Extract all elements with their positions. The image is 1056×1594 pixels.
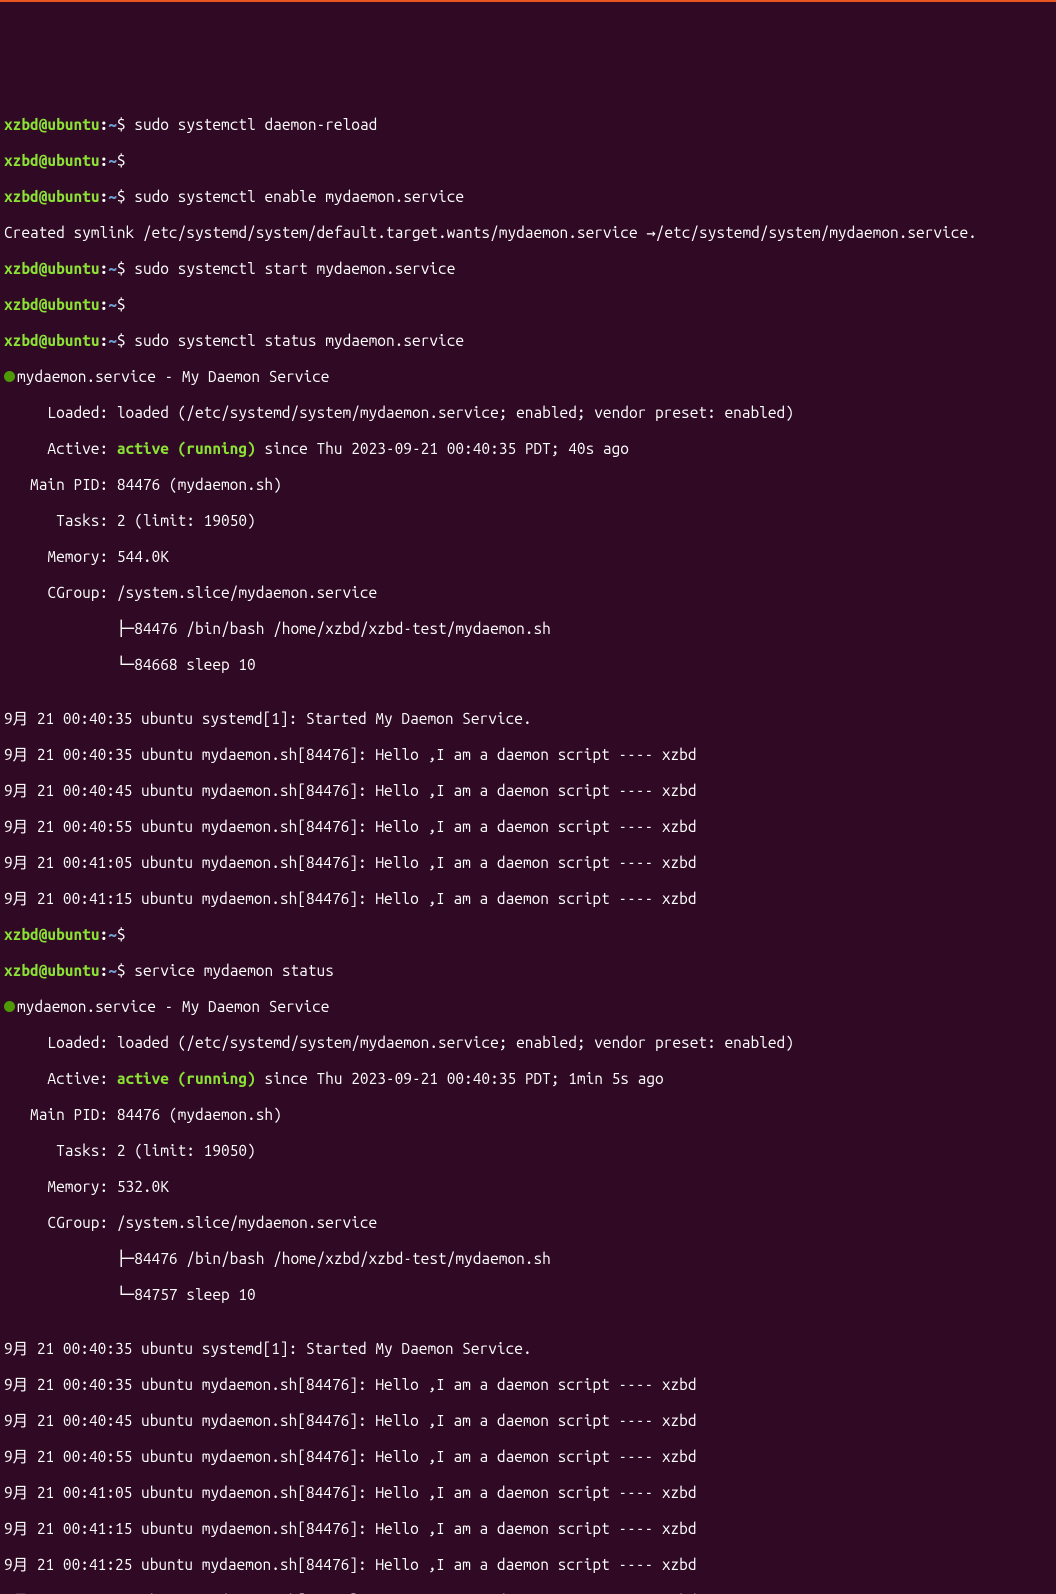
loaded-line: Loaded: loaded (/etc/systemd/system/myda…	[4, 1034, 1052, 1052]
active-line: Active: active (running) since Thu 2023-…	[4, 1070, 1052, 1088]
log-line: 9月 21 00:41:05 ubuntu mydaemon.sh[84476]…	[4, 1484, 1052, 1502]
prompt-line: xzbd@ubuntu:~$ sudo systemctl start myda…	[4, 260, 1052, 278]
prompt-path: ~	[108, 116, 117, 133]
output-line: Created symlink /etc/systemd/system/defa…	[4, 224, 1052, 242]
prompt-line: xzbd@ubuntu:~$	[4, 296, 1052, 314]
log-line: 9月 21 00:41:15 ubuntu mydaemon.sh[84476]…	[4, 1520, 1052, 1538]
log-line: 9月 21 00:41:05 ubuntu mydaemon.sh[84476]…	[4, 854, 1052, 872]
cgroup-line: CGroup: /system.slice/mydaemon.service	[4, 584, 1052, 602]
prompt-line: xzbd@ubuntu:~$ service mydaemon status	[4, 962, 1052, 980]
tasks-line: Tasks: 2 (limit: 19050)	[4, 512, 1052, 530]
command-text: sudo systemctl start mydaemon.service	[126, 260, 456, 277]
status-dot-icon	[4, 1001, 15, 1012]
log-line: 9月 21 00:40:55 ubuntu mydaemon.sh[84476]…	[4, 1448, 1052, 1466]
cgroup-line: CGroup: /system.slice/mydaemon.service	[4, 1214, 1052, 1232]
log-line: 9月 21 00:40:35 ubuntu mydaemon.sh[84476]…	[4, 1376, 1052, 1394]
memory-line: Memory: 544.0K	[4, 548, 1052, 566]
loaded-line: Loaded: loaded (/etc/systemd/system/myda…	[4, 404, 1052, 422]
log-line: 9月 21 00:41:35 ubuntu mydaemon.sh[84476]…	[4, 1592, 1052, 1594]
log-line: 9月 21 00:40:35 ubuntu systemd[1]: Starte…	[4, 710, 1052, 728]
log-line: 9月 21 00:40:35 ubuntu systemd[1]: Starte…	[4, 1340, 1052, 1358]
cgroup-child-line: ├─84476 /bin/bash /home/xzbd/xzbd-test/m…	[4, 1250, 1052, 1268]
status-dot-icon	[4, 371, 15, 382]
log-line: 9月 21 00:40:45 ubuntu mydaemon.sh[84476]…	[4, 782, 1052, 800]
cgroup-child-line: └─84668 sleep 10	[4, 656, 1052, 674]
service-title-line: mydaemon.service - My Daemon Service	[4, 998, 1052, 1016]
memory-line: Memory: 532.0K	[4, 1178, 1052, 1196]
cgroup-child-line: ├─84476 /bin/bash /home/xzbd/xzbd-test/m…	[4, 620, 1052, 638]
prompt-line: xzbd@ubuntu:~$ sudo systemctl daemon-rel…	[4, 116, 1052, 134]
log-line: 9月 21 00:41:15 ubuntu mydaemon.sh[84476]…	[4, 890, 1052, 908]
log-line: 9月 21 00:41:25 ubuntu mydaemon.sh[84476]…	[4, 1556, 1052, 1574]
prompt-line: xzbd@ubuntu:~$	[4, 926, 1052, 944]
title-bar-accent	[0, 0, 1056, 2]
service-title-line: mydaemon.service - My Daemon Service	[4, 368, 1052, 386]
prompt-line: xzbd@ubuntu:~$ sudo systemctl status myd…	[4, 332, 1052, 350]
command-text: sudo systemctl enable mydaemon.service	[126, 188, 465, 205]
prompt-line: xzbd@ubuntu:~$	[4, 152, 1052, 170]
mainpid-line: Main PID: 84476 (mydaemon.sh)	[4, 476, 1052, 494]
command-text: sudo systemctl daemon-reload	[126, 116, 378, 133]
log-line: 9月 21 00:40:55 ubuntu mydaemon.sh[84476]…	[4, 818, 1052, 836]
log-line: 9月 21 00:40:45 ubuntu mydaemon.sh[84476]…	[4, 1412, 1052, 1430]
command-text: service mydaemon status	[126, 962, 334, 979]
active-line: Active: active (running) since Thu 2023-…	[4, 440, 1052, 458]
tasks-line: Tasks: 2 (limit: 19050)	[4, 1142, 1052, 1160]
command-text: sudo systemctl status mydaemon.service	[126, 332, 465, 349]
terminal-output[interactable]: xzbd@ubuntu:~$ sudo systemctl daemon-rel…	[4, 94, 1052, 1594]
log-line: 9月 21 00:40:35 ubuntu mydaemon.sh[84476]…	[4, 746, 1052, 764]
cgroup-child-line: └─84757 sleep 10	[4, 1286, 1052, 1304]
mainpid-line: Main PID: 84476 (mydaemon.sh)	[4, 1106, 1052, 1124]
active-status: active (running)	[117, 440, 256, 457]
prompt-user: xzbd	[4, 116, 39, 133]
prompt-line: xzbd@ubuntu:~$ sudo systemctl enable myd…	[4, 188, 1052, 206]
active-status: active (running)	[117, 1070, 256, 1087]
prompt-host: ubuntu	[47, 116, 99, 133]
